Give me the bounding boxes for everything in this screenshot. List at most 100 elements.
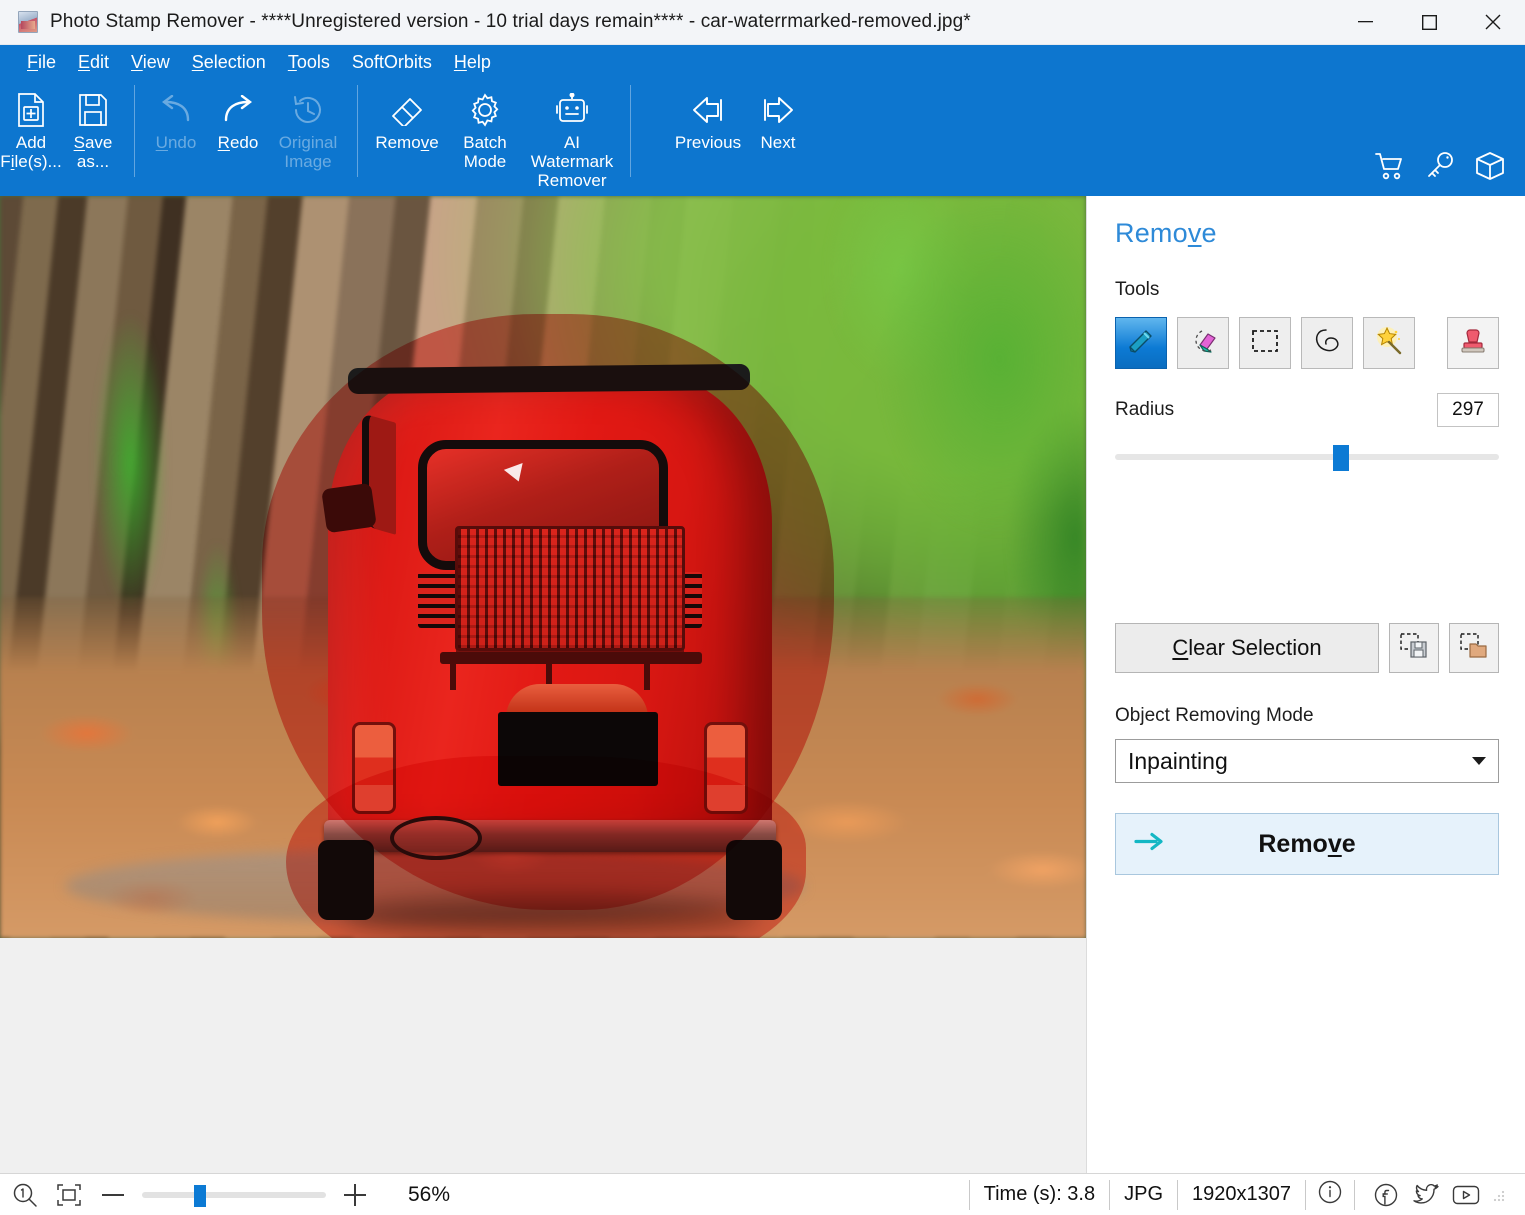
batch-line2: Mode <box>463 152 507 171</box>
menu-file-rest: ile <box>38 52 57 72</box>
history-icon <box>292 89 324 131</box>
object-removing-mode-select[interactable]: Inpainting <box>1115 739 1499 783</box>
menu-item-selection[interactable]: Selection <box>181 45 277 79</box>
ribbon-previous-label: Previous <box>674 133 742 152</box>
zoom-in-button[interactable] <box>340 1180 370 1210</box>
window-controls <box>1333 0 1525 45</box>
stamp-tool-button[interactable] <box>1447 317 1499 369</box>
ribbon-toolbar: Add File(s)... Save as... Undo Redo Orig… <box>0 79 1525 196</box>
brush-tool-button[interactable] <box>1115 317 1167 369</box>
ribbon-redo-label: Redo <box>218 133 259 152</box>
menu-view-rest: iew <box>142 52 170 72</box>
car-taillight-right <box>704 722 748 814</box>
ai-line3: Remover <box>537 171 607 190</box>
save-line1: Save <box>73 133 113 152</box>
ribbon-separator-3 <box>630 85 631 177</box>
car-shadow <box>340 896 760 936</box>
menu-item-help[interactable]: Help <box>443 45 502 79</box>
window-title: Photo Stamp Remover - ****Unregistered v… <box>50 11 971 32</box>
load-selection-button[interactable] <box>1449 623 1499 673</box>
minimize-button[interactable] <box>1333 0 1397 45</box>
box-icon[interactable] <box>1473 149 1507 183</box>
menu-item-tools[interactable]: Tools <box>277 45 341 79</box>
title-bar: Photo Stamp Remover - ****Unregistered v… <box>0 0 1525 45</box>
ribbon-remove-button[interactable]: Remove <box>368 79 446 152</box>
car-taillight-left <box>352 722 396 814</box>
menu-help-rest: elp <box>466 52 491 72</box>
status-time: Time (s): 3.8 <box>968 1179 1110 1210</box>
original-line1: Original <box>278 133 338 152</box>
ribbon-add-files-button[interactable]: Add File(s)... <box>0 79 62 171</box>
ribbon-save-as-button[interactable]: Save as... <box>62 79 124 171</box>
ribbon-original-image-button[interactable]: Original Image <box>269 79 347 171</box>
twitter-icon[interactable] <box>1411 1180 1441 1210</box>
lasso-tool-button[interactable] <box>1301 317 1353 369</box>
youtube-icon[interactable] <box>1451 1180 1481 1210</box>
ribbon-next-label: Next <box>760 133 796 152</box>
tools-palette <box>1115 317 1499 369</box>
car-rack-leg-left <box>450 662 456 690</box>
social-links <box>1354 1179 1525 1210</box>
ribbon-ai-watermark-label: AI Watermark Remover <box>531 133 614 190</box>
load-selection-icon <box>1460 632 1488 664</box>
ribbon-remove-label: Remove <box>375 133 438 152</box>
cart-icon[interactable] <box>1373 149 1407 183</box>
image-canvas[interactable] <box>0 196 1086 1173</box>
lasso-icon <box>1312 326 1342 361</box>
rectangle-select-tool-button[interactable] <box>1239 317 1291 369</box>
ribbon-separator-2 <box>357 85 358 177</box>
marquee-icon <box>1250 328 1280 359</box>
ribbon-previous-button[interactable]: Previous <box>669 79 747 152</box>
ribbon-batch-mode-button[interactable]: Batch Mode <box>446 79 524 171</box>
main-body: Remove Tools Radius 297 C lear Selection… <box>0 196 1525 1173</box>
zoom-slider[interactable] <box>142 1182 326 1208</box>
undo-icon <box>158 89 194 131</box>
info-button[interactable] <box>1305 1179 1354 1210</box>
stamp-icon <box>1458 326 1488 361</box>
eraser-tool-button[interactable] <box>1177 317 1229 369</box>
ribbon-ai-watermark-remover-button[interactable]: AI Watermark Remover <box>524 79 620 190</box>
radius-value-input[interactable]: 297 <box>1437 393 1499 427</box>
key-icon[interactable] <box>1423 149 1457 183</box>
fit-to-screen-icon[interactable] <box>54 1180 84 1210</box>
zoom-percentage: 56% <box>408 1182 451 1206</box>
zoom-100-icon[interactable] <box>10 1180 40 1210</box>
menu-item-edit[interactable]: Edit <box>67 45 120 79</box>
status-dimensions: 1920x1307 <box>1177 1179 1305 1210</box>
status-bar: 56% Time (s): 3.8 JPG 1920x1307 <box>0 1173 1525 1215</box>
facebook-icon[interactable] <box>1371 1180 1401 1210</box>
menu-item-softorbits[interactable]: SoftOrbits <box>341 45 443 79</box>
menu-item-view[interactable]: View <box>120 45 181 79</box>
remove-action-button[interactable]: Remove <box>1115 813 1499 875</box>
radius-slider-thumb[interactable] <box>1333 445 1349 471</box>
ribbon-undo-button[interactable]: Undo <box>145 79 207 152</box>
car-rack-leg-right <box>644 662 650 690</box>
resize-grip[interactable] <box>1491 1188 1505 1202</box>
object-removing-mode-label: Object Removing Mode <box>1115 705 1314 726</box>
car-roof-rack <box>455 526 685 651</box>
right-panel: Remove Tools Radius 297 C lear Selection… <box>1086 196 1525 1173</box>
menu-item-file[interactable]: File <box>16 45 67 79</box>
save-line2: as... <box>76 152 110 171</box>
clear-selection-button[interactable]: Clear Selection <box>1115 623 1379 673</box>
photo-image[interactable] <box>0 196 1086 938</box>
batch-line1: Batch <box>463 133 507 152</box>
car-subject <box>300 336 800 936</box>
ribbon-next-button[interactable]: Next <box>747 79 809 152</box>
object-removing-mode-value: Inpainting <box>1128 747 1228 774</box>
redo-icon <box>220 89 256 131</box>
save-selection-button[interactable] <box>1389 623 1439 673</box>
radius-label: Radius <box>1115 399 1175 420</box>
eraser-icon <box>390 89 424 131</box>
radius-slider[interactable] <box>1115 445 1499 471</box>
original-line2: Image <box>284 152 332 171</box>
ribbon-redo-button[interactable]: Redo <box>207 79 269 152</box>
ai-line1: AI <box>563 133 581 152</box>
zoom-out-button[interactable] <box>98 1180 128 1210</box>
close-button[interactable] <box>1461 0 1525 45</box>
zoom-slider-thumb[interactable] <box>194 1184 206 1207</box>
ribbon-original-image-label: Original Image <box>279 133 338 171</box>
magic-wand-tool-button[interactable] <box>1363 317 1415 369</box>
maximize-button[interactable] <box>1397 0 1461 45</box>
zoom-controls: 56% <box>0 1180 450 1210</box>
